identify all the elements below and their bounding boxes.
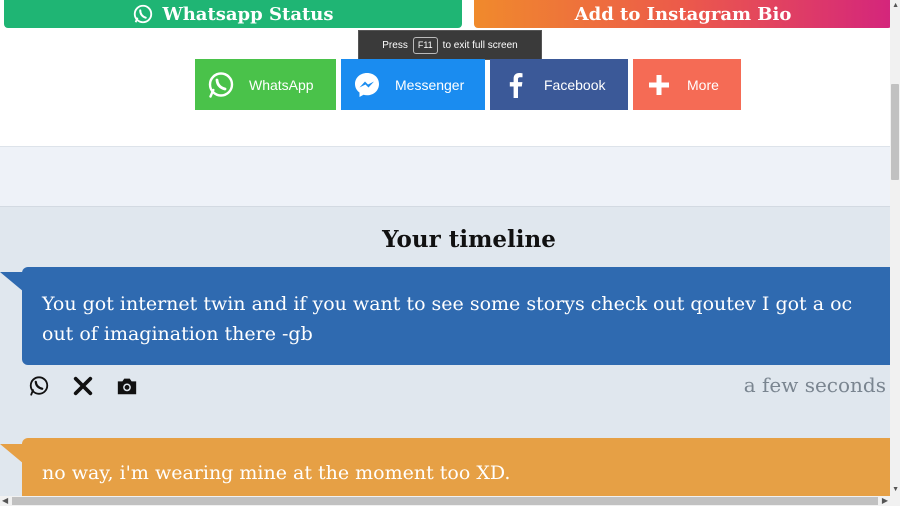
share-facebook-button[interactable]: Facebook [490,59,628,110]
whatsapp-status-label: Whatsapp Status [162,3,334,25]
vertical-scrollbar[interactable]: ▲ ▼ [890,0,900,496]
close-action[interactable] [72,374,94,398]
instagram-bio-label: Add to Instagram Bio [574,3,792,25]
message-actions [28,374,138,398]
scroll-left-arrow-icon[interactable]: ◀ [2,496,8,505]
share-messenger-label: Messenger [395,76,465,93]
bubble-tail [0,272,24,292]
share-facebook-label: Facebook [544,76,606,93]
message-bubble: You got internet twin and if you want to… [22,267,890,365]
messenger-icon [355,72,379,97]
camera-action[interactable] [116,374,138,398]
scroll-right-arrow-icon[interactable]: ▶ [882,496,888,505]
vertical-scroll-thumb[interactable] [891,84,899,180]
plus-icon [649,74,669,95]
fullscreen-notice: Press F11 to exit full screen [358,30,542,60]
close-icon [73,376,93,396]
share-more-label: More [687,76,719,93]
timeline-title: Your timeline [382,226,556,253]
share-messenger-button[interactable]: Messenger [341,59,485,110]
scroll-down-arrow-icon[interactable]: ▼ [892,486,899,493]
whatsapp-icon [208,71,234,98]
share-more-button[interactable]: More [633,59,741,110]
fullscreen-press-text: Press [382,39,408,51]
horizontal-scrollbar[interactable]: ◀ ▶ [0,496,900,506]
instagram-bio-button[interactable]: Add to Instagram Bio [474,0,892,28]
horizontal-scroll-thumb[interactable] [12,497,878,505]
share-whatsapp-button[interactable]: WhatsApp [195,59,336,110]
scroll-up-arrow-icon[interactable]: ▲ [892,2,899,9]
whatsapp-icon [29,376,49,396]
whatsapp-status-button[interactable]: Whatsapp Status [4,0,462,28]
camera-icon [117,378,137,395]
share-whatsapp-action[interactable] [28,374,50,398]
whatsapp-icon [134,4,153,24]
facebook-icon [509,72,523,98]
fullscreen-key: F11 [412,36,438,54]
message-timestamp: a few seconds [743,373,886,397]
bubble-tail [0,444,24,464]
message-text: no way, i'm wearing mine at the moment t… [42,462,511,484]
share-whatsapp-label: WhatsApp [249,76,314,93]
message-text: You got internet twin and if you want to… [42,293,853,345]
fullscreen-suffix-text: to exit full screen [442,39,518,51]
spacer-band [0,146,890,206]
